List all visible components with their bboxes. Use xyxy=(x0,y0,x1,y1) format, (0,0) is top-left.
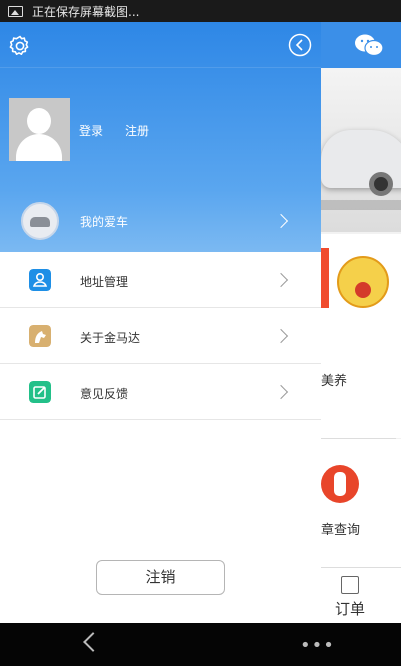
chevron-right-icon xyxy=(273,272,289,288)
promo-red-strip xyxy=(321,248,329,308)
nav-back-icon[interactable] xyxy=(83,632,103,652)
traffic-light-icon xyxy=(321,465,359,503)
gear-icon[interactable] xyxy=(8,34,32,58)
menu-item-label: 地址管理 xyxy=(80,275,129,289)
service-violation-label: 章查询 xyxy=(321,523,361,538)
menu-item-my-car[interactable]: 我的爱车 xyxy=(0,190,321,252)
drawer-header: 登录 注册 xyxy=(0,22,321,190)
car-wheel xyxy=(369,172,393,196)
login-link[interactable]: 登录 xyxy=(79,122,103,139)
banner-car-image[interactable] xyxy=(321,68,401,232)
system-nav-bar: ••• xyxy=(0,623,401,666)
screenshot-icon xyxy=(8,5,23,17)
avatar[interactable] xyxy=(9,98,70,161)
menu-item-address[interactable]: 地址管理 xyxy=(0,252,321,308)
car-shadow xyxy=(321,200,401,210)
avatar-head xyxy=(27,108,51,134)
feedback-icon xyxy=(29,381,51,403)
register-link[interactable]: 注册 xyxy=(125,122,149,139)
back-circle-icon[interactable] xyxy=(288,33,312,57)
drawer-toolbar xyxy=(0,22,321,68)
service-maintenance[interactable]: 美养 xyxy=(321,320,401,438)
chevron-right-icon xyxy=(273,213,289,229)
order-edit-icon xyxy=(341,576,359,594)
wechat-icon[interactable] xyxy=(354,33,384,57)
chevron-right-icon xyxy=(273,384,289,400)
status-text: 正在保存屏幕截图... xyxy=(32,4,140,19)
more-dots-icon[interactable]: ••• xyxy=(300,635,335,656)
horse-logo-icon xyxy=(29,325,51,347)
service-maintenance-label: 美养 xyxy=(321,374,348,389)
menu-item-feedback[interactable]: 意见反馈 xyxy=(0,364,321,420)
address-icon xyxy=(29,269,51,291)
menu-item-label: 我的爱车 xyxy=(80,215,129,229)
menu-item-label: 意见反馈 xyxy=(80,387,129,401)
tab-orders[interactable]: 订单 xyxy=(321,567,401,623)
tab-orders-label: 订单 xyxy=(335,600,366,618)
chevron-right-icon xyxy=(273,328,289,344)
car-icon xyxy=(21,202,59,240)
logout-button[interactable]: 注销 xyxy=(96,560,225,595)
avatar-body xyxy=(16,134,62,161)
promo-image[interactable] xyxy=(321,234,401,320)
service-violation-query[interactable]: 章查询 xyxy=(321,439,401,567)
cartoon-mouth xyxy=(355,282,371,298)
side-drawer: 登录 注册 我的爱车 地址管理 关于金马达 意见反馈 注销 xyxy=(0,22,321,623)
menu-item-label: 关于金马达 xyxy=(80,331,141,345)
status-bar: 正在保存屏幕截图... xyxy=(0,0,401,22)
menu-item-about[interactable]: 关于金马达 xyxy=(0,308,321,364)
